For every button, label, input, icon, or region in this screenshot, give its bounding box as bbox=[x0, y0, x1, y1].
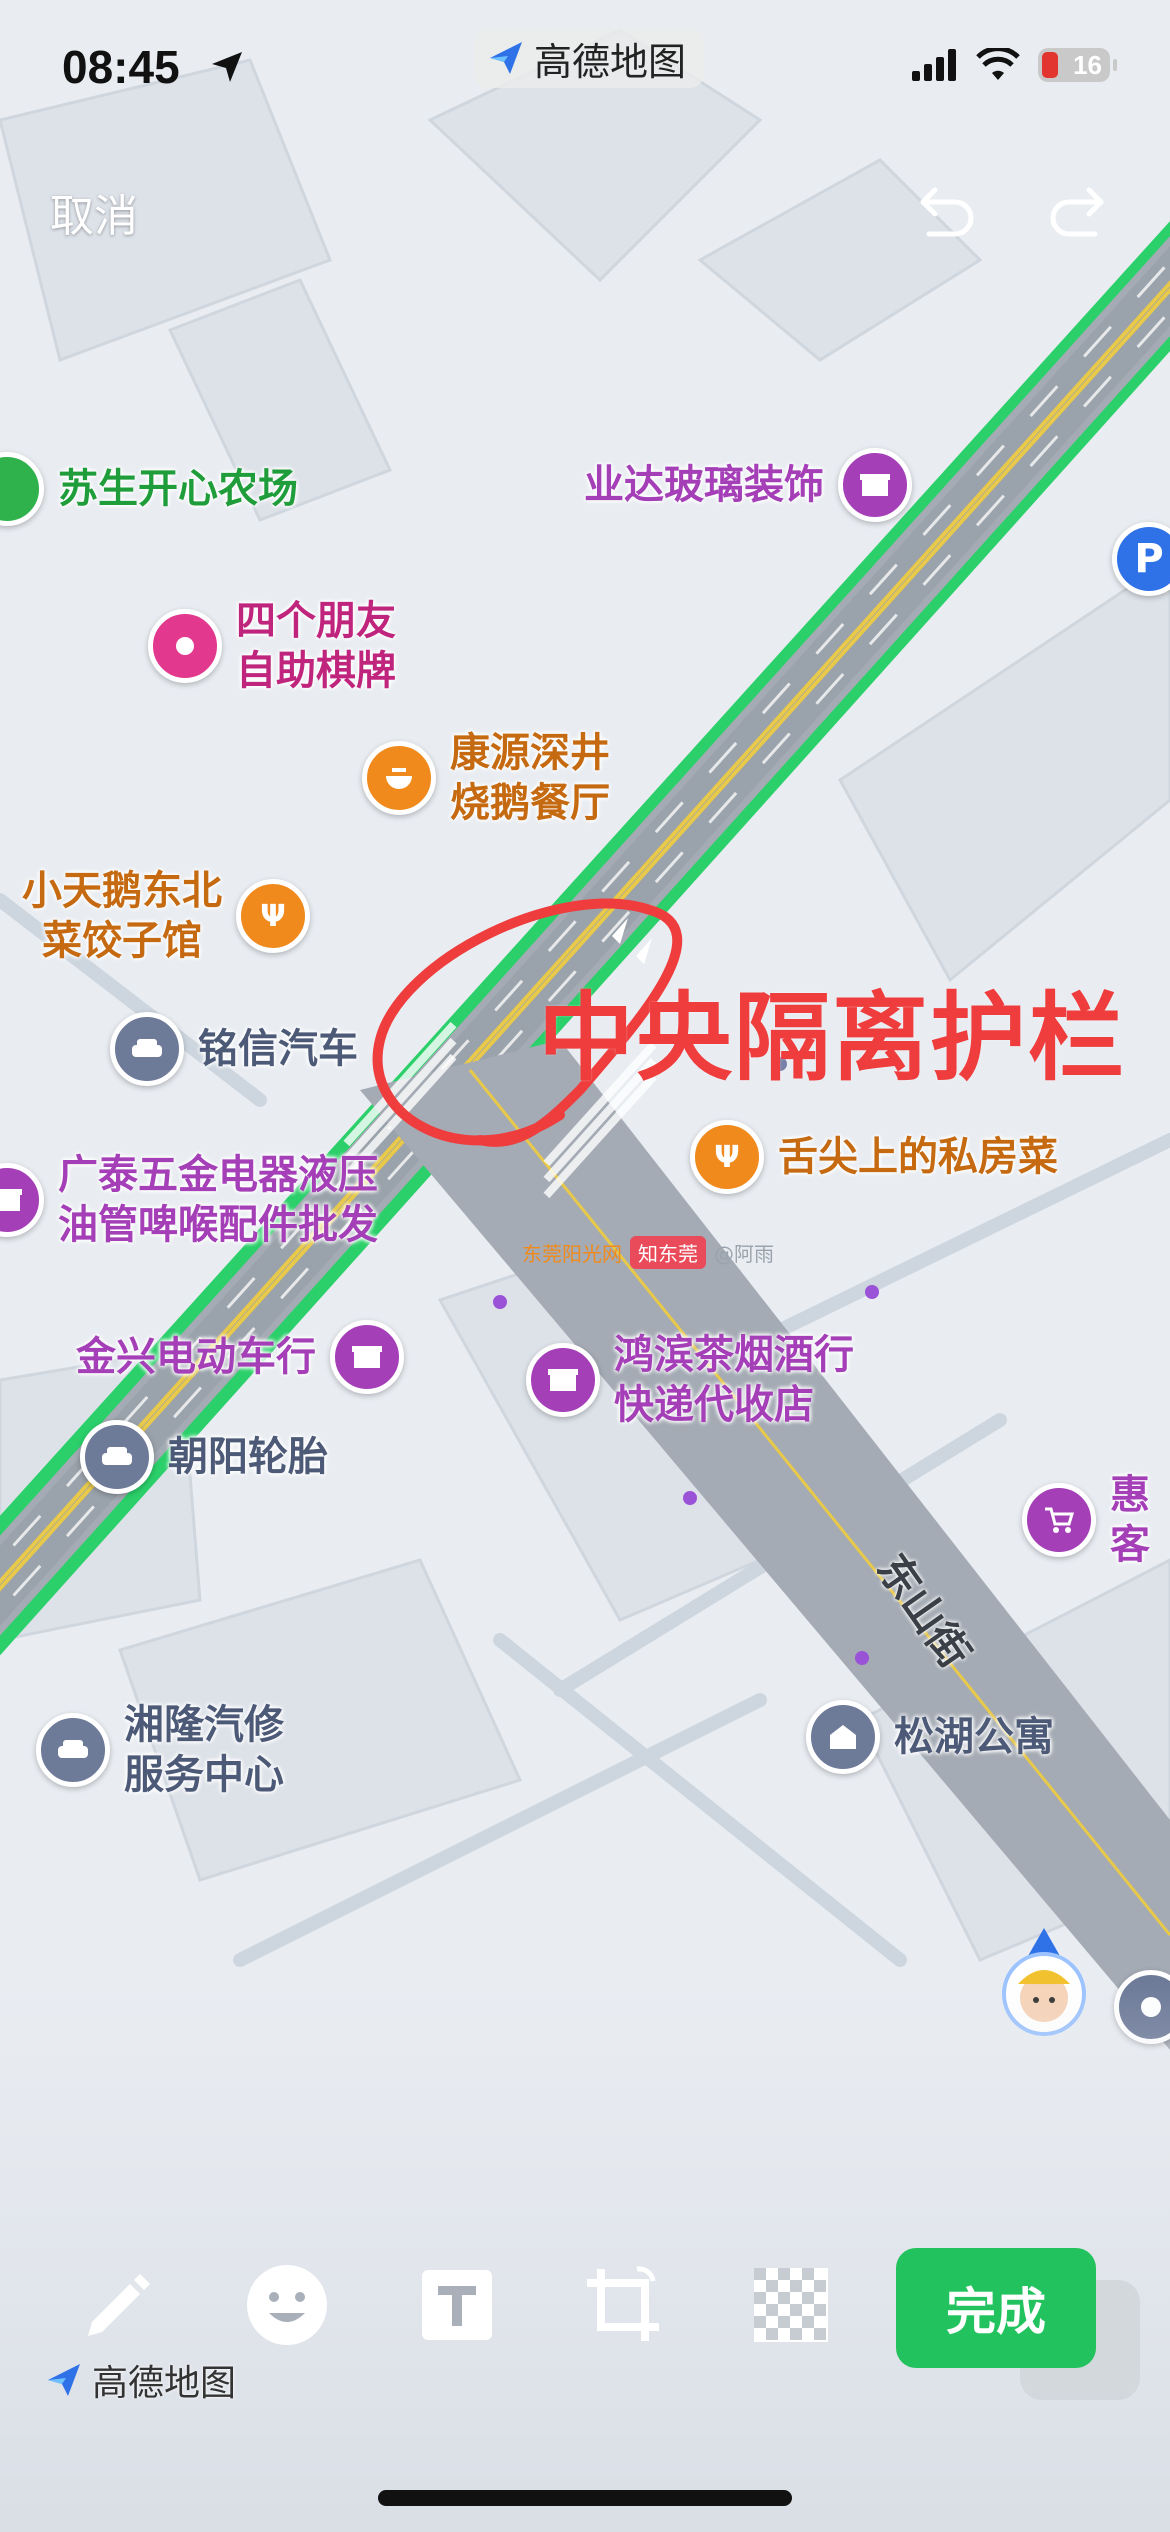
mosaic-tool-button[interactable] bbox=[736, 2250, 846, 2360]
restaurant-icon bbox=[362, 741, 436, 815]
poi-tea-tobacco[interactable]: 鸿滨茶烟酒行 快递代收店 bbox=[526, 1330, 854, 1430]
shop-icon bbox=[526, 1343, 600, 1417]
poi-farm[interactable]: 苏生开心农场 bbox=[0, 452, 298, 526]
map-logo-text: 高德地图 bbox=[92, 2363, 237, 2404]
status-time: 08:45 bbox=[62, 41, 180, 93]
done-button[interactable]: 完成 bbox=[896, 2248, 1096, 2368]
mosaic-icon bbox=[754, 2268, 828, 2342]
poi-label: 四个朋友 自助棋牌 bbox=[236, 598, 396, 694]
text-icon bbox=[422, 2270, 492, 2340]
status-icons: 16 bbox=[912, 48, 1117, 82]
pencil-icon bbox=[88, 2274, 150, 2336]
poi-label: 松湖公寓 bbox=[894, 1714, 1054, 1760]
car-icon bbox=[80, 1420, 154, 1494]
poi-huike[interactable]: 惠客 bbox=[1022, 1470, 1170, 1570]
status-bar: 08:45 高德地图 16 bbox=[0, 0, 1170, 140]
poi-label: 小天鹅东北 菜饺子馆 bbox=[22, 868, 222, 964]
battery-level-fill bbox=[1042, 52, 1058, 78]
map-logo: 高德地图 bbox=[44, 2354, 236, 2406]
poi-label: 广泰五金电器液压 油管啤喉配件批发 bbox=[58, 1152, 378, 1248]
leisure-icon bbox=[148, 609, 222, 683]
crop-tool-button[interactable] bbox=[568, 2250, 678, 2360]
location-arrow-icon bbox=[212, 52, 242, 82]
map-editor-screen: 苏生开心农场 业达玻璃装饰 P 四个朋友 自助棋牌 康源深井 烧鹅餐厅 Ψ 小天… bbox=[0, 0, 1170, 2532]
poi-hardware-wholesale[interactable]: 广泰五金电器液压 油管啤喉配件批发 bbox=[0, 1150, 378, 1250]
poi-private-kitchen[interactable]: Ψ 舌尖上的私房菜 bbox=[690, 1120, 1058, 1194]
shop-icon bbox=[330, 1320, 404, 1394]
car-icon bbox=[110, 1012, 184, 1086]
poi-xianglong-repair[interactable]: 湘隆汽修 服务中心 bbox=[36, 1700, 284, 1800]
poi-dumpling[interactable]: Ψ 小天鹅东北 菜饺子馆 bbox=[22, 866, 310, 966]
watermark: 东莞阳光网 知东莞 @阿雨 bbox=[522, 1236, 774, 1269]
supermarket-cart-icon bbox=[1022, 1483, 1096, 1557]
gaode-logo-icon bbox=[490, 42, 522, 74]
poi-label: 金兴电动车行 bbox=[76, 1334, 316, 1380]
cellular-signal-icon bbox=[912, 49, 956, 81]
apartment-icon bbox=[806, 1700, 880, 1774]
poi-label: 铭信汽车 bbox=[198, 1026, 358, 1072]
app-badge-label: 高德地图 bbox=[534, 39, 687, 84]
undo-icon[interactable] bbox=[915, 176, 979, 240]
cancel-button[interactable]: 取消 bbox=[50, 180, 138, 244]
restaurant-icon: Ψ bbox=[690, 1120, 764, 1194]
poi-label: 舌尖上的私房菜 bbox=[778, 1134, 1058, 1180]
crop-icon bbox=[587, 2266, 659, 2341]
text-tool-button[interactable] bbox=[402, 2250, 512, 2360]
poi-label: 湘隆汽修 服务中心 bbox=[124, 1702, 284, 1798]
poi-ebike-shop[interactable]: 金兴电动车行 bbox=[76, 1320, 404, 1394]
poi-glass-decor[interactable]: 业达玻璃装饰 bbox=[584, 448, 912, 522]
farm-icon bbox=[0, 452, 44, 526]
watermark-source-1: 东莞阳光网 bbox=[522, 1242, 622, 1266]
gaode-logo-icon bbox=[48, 2364, 80, 2396]
wifi-icon bbox=[976, 48, 1020, 80]
shop-icon bbox=[0, 1163, 44, 1237]
pencil-tool-button[interactable] bbox=[62, 2250, 172, 2360]
redo-icon[interactable] bbox=[1045, 176, 1109, 240]
shop-icon bbox=[838, 448, 912, 522]
poi-label: 业达玻璃装饰 bbox=[584, 462, 824, 508]
poi-songhu-apartment[interactable]: 松湖公寓 bbox=[806, 1700, 1054, 1774]
poi-roast-goose[interactable]: 康源深井 烧鹅餐厅 bbox=[362, 728, 610, 828]
app-return-badge[interactable]: 高德地图 bbox=[474, 28, 705, 88]
poi-mingxin-auto[interactable]: 铭信汽车 bbox=[110, 1012, 358, 1086]
emoji-tool-button[interactable] bbox=[232, 2250, 342, 2360]
poi-label: 鸿滨茶烟酒行 快递代收店 bbox=[614, 1332, 854, 1428]
home-indicator[interactable] bbox=[378, 2490, 792, 2506]
poi-chess-room[interactable]: 四个朋友 自助棋牌 bbox=[148, 596, 396, 696]
poi-label: 苏生开心农场 bbox=[58, 466, 298, 512]
poi-label: 朝阳轮胎 bbox=[168, 1434, 328, 1480]
watermark-source-3: @阿雨 bbox=[714, 1242, 774, 1266]
watermark-source-2: 知东莞 bbox=[630, 1236, 706, 1269]
poi-chaoyang-tyre[interactable]: 朝阳轮胎 bbox=[80, 1420, 328, 1494]
battery-indicator: 16 bbox=[1038, 48, 1117, 82]
annotation-text[interactable]: 中央隔离护栏 bbox=[538, 960, 1126, 1099]
poi-label: 惠客 bbox=[1110, 1472, 1150, 1568]
car-icon bbox=[36, 1713, 110, 1787]
battery-level: 16 bbox=[1073, 49, 1102, 80]
restaurant-icon: Ψ bbox=[236, 879, 310, 953]
poi-label: 康源深井 烧鹅餐厅 bbox=[450, 730, 610, 826]
emoji-icon bbox=[247, 2265, 327, 2345]
